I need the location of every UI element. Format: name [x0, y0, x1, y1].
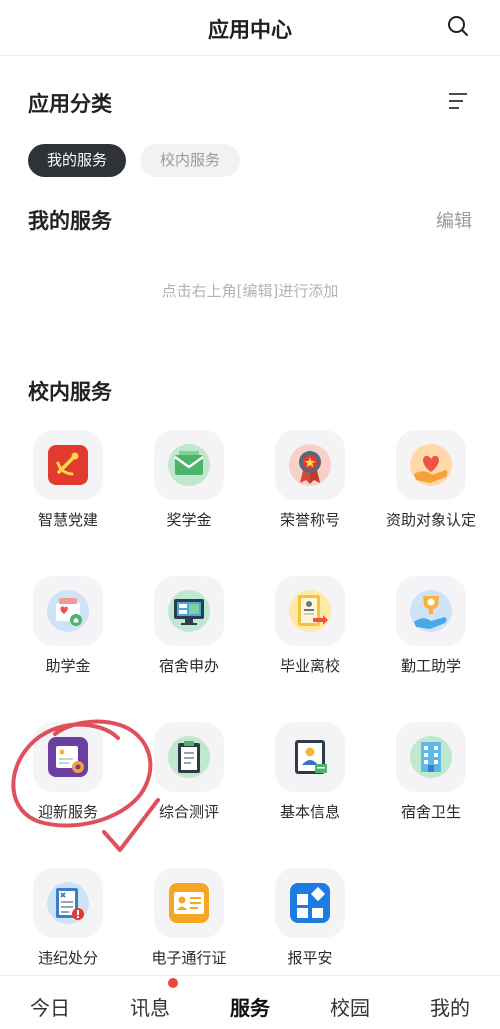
app-label: 基本信息: [279, 803, 340, 821]
app-label: 智慧党建: [37, 511, 98, 529]
app-tile[interactable]: [154, 868, 224, 938]
app-label: 助学金: [45, 657, 91, 675]
app-label: 违纪处分: [37, 949, 98, 967]
dorm-building-icon: [410, 736, 452, 778]
app-label: 毕业离校: [279, 657, 340, 675]
app-tile[interactable]: [33, 430, 103, 500]
app-label: 荣誉称号: [279, 511, 340, 529]
notification-badge: [168, 978, 178, 988]
chip-my-services[interactable]: 我的服务: [28, 144, 126, 177]
safety-report-icon: [290, 883, 330, 923]
honor-medal-icon: [289, 444, 331, 486]
e-pass-card-icon: [169, 883, 209, 923]
app-tile[interactable]: [396, 430, 466, 500]
hand-heart-icon: [410, 444, 452, 486]
edit-button[interactable]: 编辑: [436, 207, 472, 233]
tab-services[interactable]: 服务: [200, 992, 300, 1021]
category-title: 应用分类: [28, 92, 112, 116]
app-tile[interactable]: [33, 868, 103, 938]
welcome-service-icon: [48, 737, 88, 777]
empty-hint: 点击右上角[编辑]进行添加: [161, 282, 339, 300]
discipline-document-icon: [47, 882, 89, 924]
app-tile[interactable]: [396, 722, 466, 792]
tab-campus[interactable]: 校园: [300, 992, 400, 1021]
party-emblem-icon: [48, 445, 88, 485]
app-tile[interactable]: [275, 576, 345, 646]
app-tile[interactable]: [154, 722, 224, 792]
top-bar: 应用中心: [0, 0, 500, 56]
app-tile[interactable]: [275, 430, 345, 500]
search-icon[interactable]: [446, 14, 470, 38]
chip-campus-services[interactable]: 校内服务: [140, 144, 240, 177]
app-label: 报平安: [287, 949, 333, 967]
tab-me[interactable]: 我的: [400, 992, 500, 1021]
student-aid-icon: [47, 590, 89, 632]
app-tile[interactable]: [396, 576, 466, 646]
app-tile[interactable]: [154, 430, 224, 500]
my-services-title: 我的服务: [28, 209, 112, 233]
app-tile[interactable]: [154, 576, 224, 646]
app-label: 勤工助学: [400, 657, 461, 675]
evaluation-clipboard-icon: [168, 736, 210, 778]
scholarship-envelope-icon: [168, 444, 210, 486]
app-tile[interactable]: [275, 868, 345, 938]
campus-services-title: 校内服务: [28, 380, 112, 404]
dorm-monitor-icon: [168, 590, 210, 632]
graduation-certificate-icon: [289, 590, 331, 632]
page-title: 应用中心: [208, 18, 292, 42]
bottom-tab-bar: 今日 讯息 服务 校园 我的: [0, 975, 500, 1029]
app-tile[interactable]: [275, 722, 345, 792]
filter-lines-icon[interactable]: [446, 89, 470, 113]
tab-today[interactable]: 今日: [0, 992, 100, 1021]
profile-card-icon: [295, 740, 327, 774]
app-label: 宿舍申办: [158, 657, 219, 675]
app-label: 综合测评: [158, 803, 219, 821]
work-study-trophy-icon: [410, 590, 452, 632]
app-label: 宿舍卫生: [400, 803, 461, 821]
app-label: 电子通行证: [151, 949, 227, 967]
app-label: 资助对象认定: [386, 511, 477, 529]
app-tile[interactable]: [33, 576, 103, 646]
app-label: 迎新服务: [37, 803, 98, 821]
app-label: 奖学金: [166, 511, 212, 529]
tab-messages[interactable]: 讯息: [100, 992, 200, 1021]
app-tile[interactable]: [33, 722, 103, 792]
